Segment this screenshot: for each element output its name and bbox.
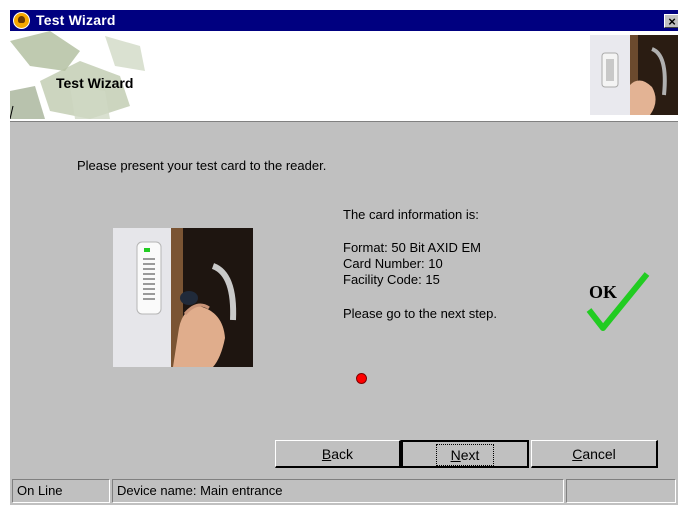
title-bar[interactable]: Test Wizard × [10,10,678,31]
status-bar: On Line Device name: Main entrance [10,476,678,505]
status-indicator-dot [356,373,367,384]
device-name-status: Device name: Main entrance [112,479,564,503]
window-title: Test Wizard [36,12,116,28]
facility-code: Facility Code: 15 [343,272,440,287]
close-button[interactable]: × [664,14,678,29]
cancel-button[interactable]: Cancel [531,440,658,468]
app-icon [13,12,30,29]
card-format: Format: 50 Bit AXID EM [343,240,481,255]
extra-status-pane [566,479,676,503]
instruction-text: Please present your test card to the rea… [77,158,327,173]
wizard-header: Test Wizard [10,31,678,122]
card-reader-photo [113,228,253,367]
back-button[interactable]: Back [275,440,401,468]
ok-label: OK [589,282,617,302]
ok-check-icon: OK [586,272,650,331]
door-reader-thumbnail [590,35,678,115]
next-button[interactable]: Next [401,440,529,468]
card-number: Card Number: 10 [343,256,443,271]
connection-status: On Line [12,479,110,503]
card-info-heading: The card information is: [343,207,479,222]
test-wizard-window: Test Wizard × Test Wizard Please present… [10,10,678,505]
header-title: Test Wizard [56,75,134,91]
next-step-text: Please go to the next step. [343,306,497,321]
